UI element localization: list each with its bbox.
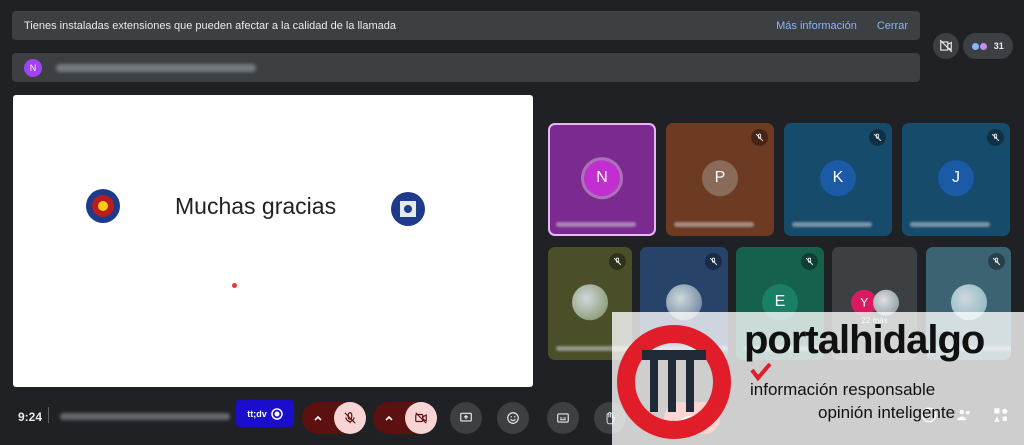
mic-off-icon xyxy=(709,257,718,266)
participant-tile[interactable] xyxy=(548,247,632,360)
presentation-slide: Muchas gracias xyxy=(13,95,533,387)
no-video-icon xyxy=(939,39,953,53)
hang-up-icon xyxy=(680,415,704,423)
blurred-participant-name xyxy=(556,222,636,227)
chevron-up-icon xyxy=(385,415,393,421)
extensions-warning-bar: Tienes instaladas extensiones que pueden… xyxy=(12,11,920,40)
participant-avatar: K xyxy=(820,159,856,196)
grid-shapes-icon xyxy=(994,408,1008,422)
camera-toggle-button[interactable] xyxy=(405,402,437,434)
camera-off-icon xyxy=(415,412,427,424)
hand-icon xyxy=(606,411,615,425)
muted-indicator xyxy=(609,253,626,270)
participants-button[interactable]: 31 xyxy=(963,33,1013,59)
blurred-participant-name xyxy=(792,222,872,227)
meeting-info-row: N xyxy=(12,53,920,82)
mic-off-icon xyxy=(805,257,814,266)
more-info-link[interactable]: Más información xyxy=(776,20,857,32)
watermark-tagline-1: información responsable xyxy=(750,380,936,399)
people-icon xyxy=(957,409,970,421)
present-icon xyxy=(460,412,472,422)
participant-photo xyxy=(572,283,608,320)
blurred-presenter-name xyxy=(56,63,256,72)
university-crest-right xyxy=(391,192,425,226)
blurred-participant-name xyxy=(556,346,632,351)
presenter-avatar: N xyxy=(24,58,42,77)
participant-photo xyxy=(666,283,702,320)
participant-tile[interactable]: P xyxy=(666,123,774,236)
muted-indicator xyxy=(751,129,768,146)
participant-tile[interactable]: N xyxy=(548,123,656,236)
people-panel-button[interactable] xyxy=(955,406,973,424)
mic-off-icon xyxy=(873,133,882,142)
participant-count: 31 xyxy=(993,41,1004,51)
mic-off-icon xyxy=(992,257,1001,266)
muted-indicator xyxy=(869,129,886,146)
camera-options-button[interactable] xyxy=(373,402,405,434)
participant-tile[interactable]: K xyxy=(784,123,892,236)
slide-title: Muchas gracias xyxy=(175,193,337,219)
watermark-brand-text: portalhidalgo xyxy=(744,318,985,362)
emoji-icon xyxy=(507,412,519,424)
present-screen-button[interactable] xyxy=(450,402,482,434)
mic-off-icon xyxy=(613,257,622,266)
participant-avatar: E xyxy=(762,283,798,320)
reactions-button[interactable] xyxy=(497,402,529,434)
chevron-up-icon xyxy=(314,415,322,421)
record-dot-icon xyxy=(271,407,283,420)
mic-control-group xyxy=(302,402,366,434)
camera-control-group xyxy=(373,402,437,434)
mic-options-button[interactable] xyxy=(302,402,334,434)
participant-tile[interactable]: J xyxy=(902,123,1010,236)
blurred-meeting-name xyxy=(60,413,230,420)
muted-indicator xyxy=(705,253,722,270)
extensions-warning-text: Tienes instaladas extensiones que pueden… xyxy=(24,19,397,32)
muted-indicator xyxy=(987,129,1004,146)
captions-extension-chip[interactable]: tt;dv xyxy=(236,400,294,427)
blurred-participant-name xyxy=(648,346,728,351)
participant-photo xyxy=(950,283,987,320)
blurred-participant-name xyxy=(674,222,754,227)
participant-avatar: P xyxy=(702,159,738,196)
muted-indicator xyxy=(801,253,818,270)
mic-off-icon xyxy=(755,133,764,142)
mic-toggle-button[interactable] xyxy=(334,402,366,434)
participant-avatar: J xyxy=(938,159,974,196)
muted-indicator xyxy=(988,253,1005,270)
clock-divider xyxy=(48,407,49,423)
camera-off-indicator[interactable] xyxy=(933,33,959,59)
mic-off-icon xyxy=(344,412,356,424)
raise-hand-button[interactable] xyxy=(594,402,626,434)
mic-off-icon xyxy=(991,133,1000,142)
participant-photo xyxy=(873,289,900,316)
university-crest-left xyxy=(86,189,120,223)
captions-label: tt;dv xyxy=(247,408,267,419)
close-link[interactable]: Cerrar xyxy=(877,20,908,32)
laser-pointer xyxy=(232,283,237,288)
closed-captions-icon xyxy=(557,413,569,423)
end-call-button[interactable] xyxy=(664,402,720,434)
blurred-participant-name xyxy=(910,222,990,227)
participant-dots-icon xyxy=(972,42,988,50)
watermark-tagline-2: opinión inteligente xyxy=(818,403,956,422)
participant-tile[interactable] xyxy=(640,247,728,360)
activities-button[interactable] xyxy=(992,406,1010,424)
participant-avatar: N xyxy=(584,159,620,196)
captions-button[interactable] xyxy=(547,402,579,434)
meeting-clock: 9:24 xyxy=(18,410,43,424)
